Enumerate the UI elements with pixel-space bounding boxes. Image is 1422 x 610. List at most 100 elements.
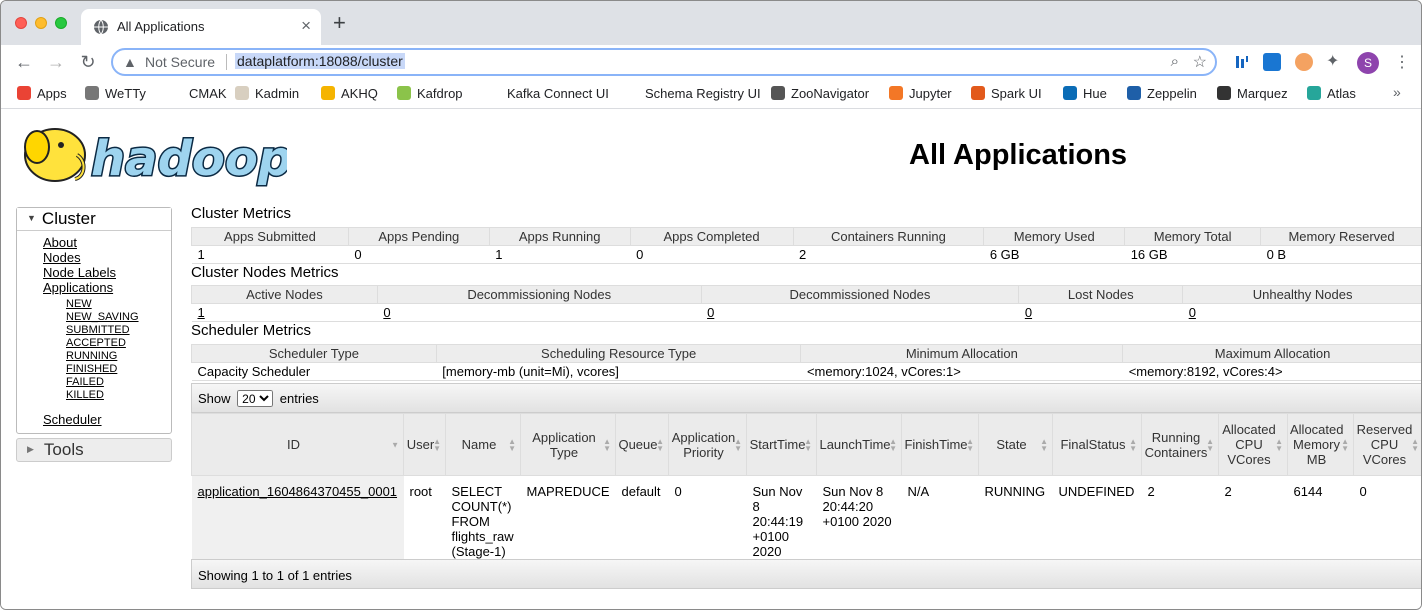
nav-link-node-labels[interactable]: Node Labels [43, 265, 171, 280]
bookmark-star-icon[interactable]: ☆ [1193, 52, 1207, 72]
page-size-select[interactable]: 20 [237, 390, 274, 407]
bookmark-item[interactable]: Zeppelin [1127, 86, 1197, 101]
metric-value: Capacity Scheduler [191, 362, 437, 381]
bookmark-item[interactable]: Kafdrop [397, 86, 463, 101]
address-bar[interactable]: ▲ Not Secure dataplatform:18088/cluster … [111, 48, 1217, 76]
profile-avatar[interactable]: S [1357, 52, 1379, 74]
col-header-priority[interactable]: Application Priority ▲ ▼ [668, 413, 747, 476]
extension-icon[interactable] [1233, 53, 1251, 71]
bookmark-item[interactable]: Hue [1063, 86, 1107, 101]
node-metrics-title: Cluster Nodes Metrics [191, 264, 339, 281]
col-header-final-status[interactable]: FinalStatus ▲ ▼ [1052, 413, 1142, 476]
sort-icon: ▲ ▼ [1129, 436, 1137, 453]
divider [226, 54, 227, 70]
sort-icon: ▲ ▼ [1411, 436, 1419, 453]
metric-value: [memory-mb (unit=Mi), vcores] [436, 362, 801, 381]
bookmark-item[interactable]: WeTTy [85, 86, 146, 101]
decommissioned-nodes-link[interactable]: 0 [701, 303, 1019, 322]
lost-nodes-link[interactable]: 0 [1018, 303, 1183, 322]
active-nodes-link[interactable]: 1 [191, 303, 378, 322]
new-tab-button[interactable]: + [333, 12, 346, 34]
col-header-launch[interactable]: LaunchTime ▲ ▼ [816, 413, 902, 476]
bookmark-icon [487, 86, 501, 100]
nav-state-running[interactable]: RUNNING [66, 350, 171, 363]
metric-header: Memory Total [1124, 227, 1262, 246]
warning-icon[interactable]: ▲ [123, 54, 137, 70]
puzzle-icon[interactable]: ✦ [1326, 53, 1344, 71]
cell-final-status: UNDEFINED [1058, 484, 1135, 499]
col-header-name[interactable]: Name ▲ ▼ [445, 413, 521, 476]
col-header-running-containers[interactable]: Running Containers ▲ ▼ [1141, 413, 1219, 476]
tools-header[interactable]: ▶ Tools [16, 438, 172, 462]
nav-state-submitted[interactable]: SUBMITTED [66, 324, 171, 337]
bookmark-label: Atlas [1327, 86, 1356, 101]
entries-label: entries [279, 391, 319, 406]
metric-header: Decommissioned Nodes [700, 285, 1020, 304]
search-icon[interactable]: ⌕ [1171, 53, 1179, 70]
bookmarks-overflow-icon[interactable]: » [1393, 84, 1401, 100]
col-header-finish[interactable]: FinishTime ▲ ▼ [901, 413, 979, 476]
decommissioning-nodes-link[interactable]: 0 [377, 303, 702, 322]
page-content: hadoop All Applications ▼ Cluster About N… [1, 109, 1421, 609]
nav-state-new[interactable]: NEW [66, 298, 171, 311]
unhealthy-nodes-link[interactable]: 0 [1182, 303, 1421, 322]
globe-icon [94, 19, 108, 35]
col-header-start[interactable]: StartTime ▲ ▼ [746, 413, 817, 476]
cluster-links: About Nodes Node Labels Applications NEW… [17, 231, 171, 433]
col-header-alloc-vcores[interactable]: Allocated CPU VCores ▲ ▼ [1218, 413, 1288, 476]
nav-state-new-saving[interactable]: NEW_SAVING [66, 311, 171, 324]
url-text[interactable]: dataplatform:18088/cluster [235, 53, 405, 69]
bookmark-item[interactable]: Schema Registry UI [625, 86, 761, 101]
nav-state-failed[interactable]: FAILED [66, 376, 171, 389]
col-header-id[interactable]: ID ▼ [191, 413, 404, 476]
hadoop-logo[interactable]: hadoop [17, 121, 287, 187]
bookmark-item[interactable]: Spark UI [971, 86, 1042, 101]
col-header-reserved-vcores[interactable]: Reserved CPU VCores ▲ ▼ [1353, 413, 1421, 476]
metric-header: Apps Pending [347, 227, 490, 246]
nav-link-scheduler[interactable]: Scheduler [43, 412, 171, 427]
bookmark-item[interactable]: Jupyter [889, 86, 952, 101]
forward-icon[interactable]: → [45, 51, 67, 73]
tab-close-icon[interactable]: × [301, 16, 311, 36]
nav-state-accepted[interactable]: ACCEPTED [66, 337, 171, 350]
bookmark-item[interactable]: Marquez [1217, 86, 1288, 101]
back-icon[interactable]: ← [13, 51, 35, 73]
col-header-state[interactable]: State ▲ ▼ [978, 413, 1053, 476]
col-header-alloc-mem[interactable]: Allocated Memory MB ▲ ▼ [1287, 413, 1354, 476]
menu-icon[interactable]: ⋮ [1394, 52, 1410, 72]
col-header-user[interactable]: User ▲ ▼ [403, 413, 446, 476]
sort-icon: ▲ ▼ [1341, 436, 1349, 453]
bookmark-item[interactable]: Kafka Connect UI [487, 86, 609, 101]
bookmark-item[interactable]: Apps [17, 86, 67, 101]
bookmark-item[interactable]: CMAK [169, 86, 227, 101]
metric-header: Minimum Allocation [800, 344, 1124, 363]
browser-window: All Applications × + ← → ↻ ▲ Not Secure … [0, 0, 1422, 610]
nav-state-killed[interactable]: KILLED [66, 389, 171, 402]
close-window-button[interactable] [15, 17, 27, 29]
extension-icon[interactable] [1295, 53, 1313, 71]
nav-link-applications[interactable]: Applications [43, 280, 171, 295]
col-header-queue[interactable]: Queue ▲ ▼ [615, 413, 669, 476]
sort-icon: ▲ ▼ [508, 436, 516, 453]
bookmark-item[interactable]: AKHQ [321, 86, 378, 101]
cell-alloc-mem: 6144 [1293, 484, 1323, 499]
sort-icon: ▲ ▼ [804, 436, 812, 453]
metric-value: <memory:1024, vCores:1> [800, 362, 1123, 381]
col-header-type[interactable]: Application Type ▲ ▼ [520, 413, 616, 476]
nav-link-nodes[interactable]: Nodes [43, 250, 171, 265]
nav-state-finished[interactable]: FINISHED [66, 363, 171, 376]
bookmark-item[interactable]: Atlas [1307, 86, 1356, 101]
reload-icon[interactable]: ↻ [77, 51, 99, 73]
bookmark-item[interactable]: Kadmin [235, 86, 299, 101]
application-id-link[interactable]: application_1604864370455_0001 [191, 475, 404, 559]
extension-icon[interactable] [1263, 53, 1281, 71]
metric-header: Apps Running [488, 227, 631, 246]
maximize-window-button[interactable] [55, 17, 67, 29]
nav-link-about[interactable]: About [43, 235, 171, 250]
metric-value: 1 [489, 245, 631, 264]
minimize-window-button[interactable] [35, 17, 47, 29]
browser-tab[interactable]: All Applications × [81, 9, 321, 45]
security-label[interactable]: Not Secure [145, 54, 215, 70]
cluster-header[interactable]: ▼ Cluster [17, 208, 171, 231]
bookmark-item[interactable]: ZooNavigator [771, 86, 869, 101]
